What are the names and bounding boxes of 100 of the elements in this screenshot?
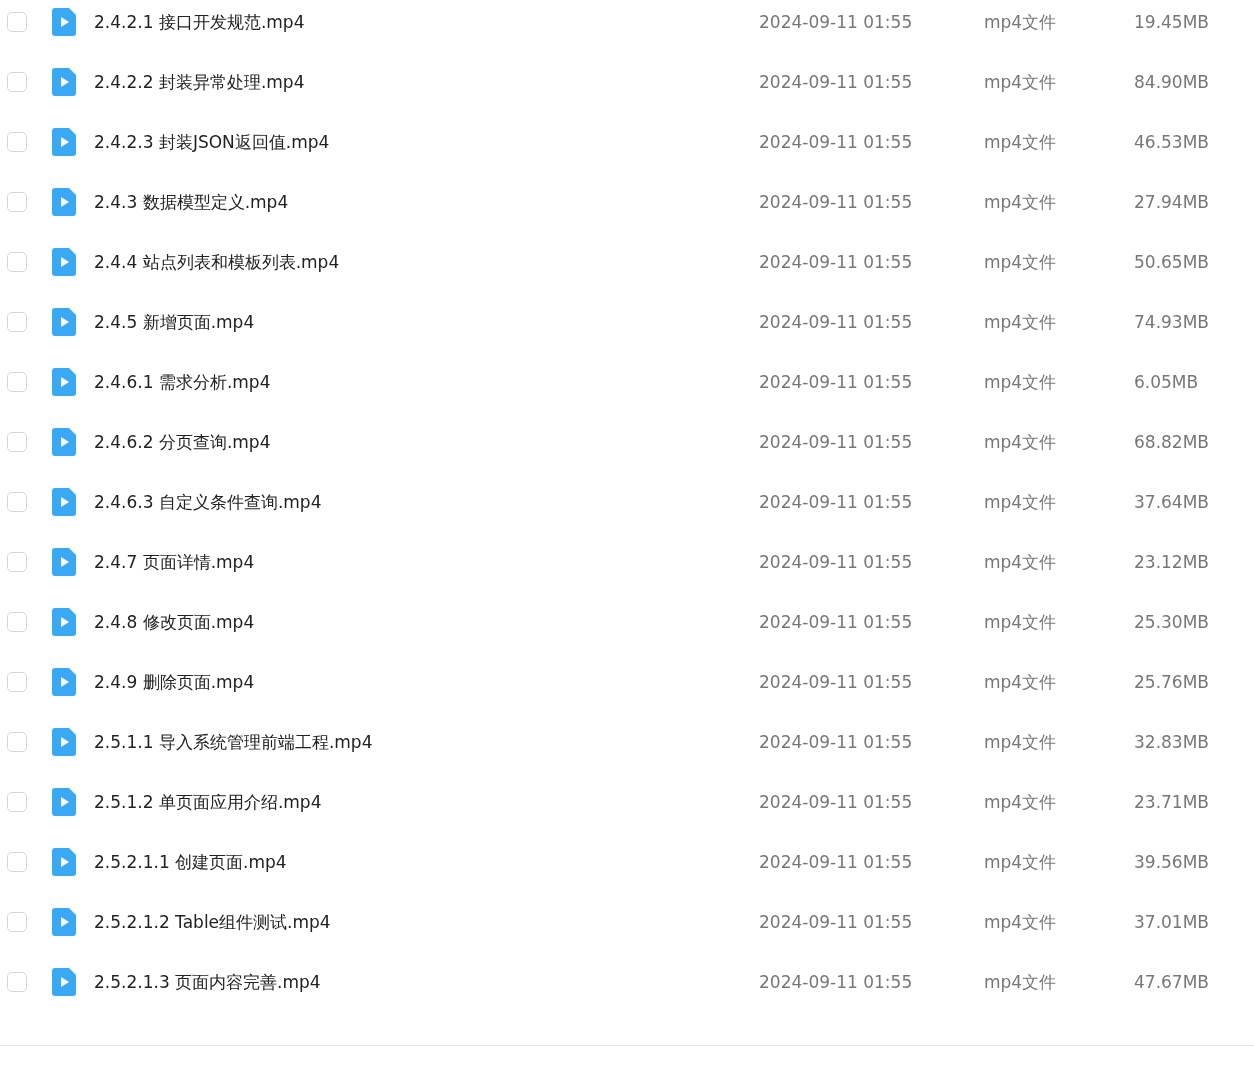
file-type: mp4文件 bbox=[984, 70, 1058, 94]
file-type: mp4文件 bbox=[984, 130, 1058, 154]
checkbox[interactable] bbox=[7, 672, 27, 692]
modified-date: 2024-09-11 01:55 bbox=[759, 252, 914, 272]
file-type: mp4文件 bbox=[984, 250, 1058, 274]
modified-date: 2024-09-11 01:55 bbox=[759, 192, 914, 212]
file-size: 23.12MB bbox=[1134, 552, 1210, 572]
checkbox[interactable] bbox=[7, 12, 27, 32]
video-file-icon bbox=[52, 68, 76, 96]
checkbox[interactable] bbox=[7, 432, 27, 452]
file-type: mp4文件 bbox=[984, 790, 1058, 814]
video-file-icon bbox=[52, 728, 76, 756]
video-file-icon bbox=[52, 968, 76, 996]
modified-date: 2024-09-11 01:55 bbox=[759, 732, 914, 752]
file-size: 39.56MB bbox=[1134, 852, 1210, 872]
file-size: 50.65MB bbox=[1134, 252, 1210, 272]
file-type: mp4文件 bbox=[984, 910, 1058, 934]
modified-date: 2024-09-11 01:55 bbox=[759, 372, 914, 392]
file-name[interactable]: 2.4.6.3 自定义条件查询.mp4 bbox=[94, 490, 759, 514]
file-size: 74.93MB bbox=[1134, 312, 1210, 332]
file-name[interactable]: 2.4.2.3 封装JSON返回值.mp4 bbox=[94, 130, 759, 154]
file-size: 37.64MB bbox=[1134, 492, 1210, 512]
video-file-icon bbox=[52, 848, 76, 876]
file-size: 46.53MB bbox=[1134, 132, 1210, 152]
modified-date: 2024-09-11 01:55 bbox=[759, 552, 914, 572]
file-size: 23.71MB bbox=[1134, 792, 1210, 812]
file-name[interactable]: 2.5.2.1.3 页面内容完善.mp4 bbox=[94, 970, 759, 994]
checkbox[interactable] bbox=[7, 612, 27, 632]
modified-date: 2024-09-11 01:55 bbox=[759, 312, 914, 332]
checkbox[interactable] bbox=[7, 912, 27, 932]
file-type: mp4文件 bbox=[984, 550, 1058, 574]
checkbox[interactable] bbox=[7, 312, 27, 332]
modified-date: 2024-09-11 01:55 bbox=[759, 912, 914, 932]
file-name[interactable]: 2.4.6.1 需求分析.mp4 bbox=[94, 370, 759, 394]
modified-date: 2024-09-11 01:55 bbox=[759, 12, 914, 32]
file-type: mp4文件 bbox=[984, 970, 1058, 994]
checkbox[interactable] bbox=[7, 252, 27, 272]
video-file-icon bbox=[52, 668, 76, 696]
modified-date: 2024-09-11 01:55 bbox=[759, 792, 914, 812]
file-name[interactable]: 2.4.6.2 分页查询.mp4 bbox=[94, 430, 759, 454]
checkbox[interactable] bbox=[7, 852, 27, 872]
file-type: mp4文件 bbox=[984, 430, 1058, 454]
checkbox[interactable] bbox=[7, 72, 27, 92]
file-size: 27.94MB bbox=[1134, 192, 1210, 212]
modified-date: 2024-09-11 01:55 bbox=[759, 132, 914, 152]
file-size: 37.01MB bbox=[1134, 912, 1210, 932]
modified-date: 2024-09-11 01:55 bbox=[759, 672, 914, 692]
file-type: mp4文件 bbox=[984, 490, 1058, 514]
file-name[interactable]: 2.4.2.1 接口开发规范.mp4 bbox=[94, 10, 759, 34]
file-type: mp4文件 bbox=[984, 310, 1058, 334]
video-file-icon bbox=[52, 548, 76, 576]
file-size: 25.30MB bbox=[1134, 612, 1210, 632]
modified-date: 2024-09-11 01:55 bbox=[759, 72, 914, 92]
checkbox[interactable] bbox=[7, 192, 27, 212]
file-name[interactable]: 2.4.3 数据模型定义.mp4 bbox=[94, 190, 759, 214]
video-file-icon bbox=[52, 248, 76, 276]
file-type: mp4文件 bbox=[984, 730, 1058, 754]
file-type: mp4文件 bbox=[984, 370, 1058, 394]
file-name[interactable]: 2.4.4 站点列表和模板列表.mp4 bbox=[94, 250, 759, 274]
file-name[interactable]: 2.5.1.1 导入系统管理前端工程.mp4 bbox=[94, 730, 759, 754]
video-file-icon bbox=[52, 488, 76, 516]
file-size: 25.76MB bbox=[1134, 672, 1210, 692]
file-type: mp4文件 bbox=[984, 10, 1058, 34]
modified-date: 2024-09-11 01:55 bbox=[759, 432, 914, 452]
video-file-icon bbox=[52, 8, 76, 36]
file-size: 47.67MB bbox=[1134, 972, 1210, 992]
modified-date: 2024-09-11 01:55 bbox=[759, 612, 914, 632]
video-file-icon bbox=[52, 788, 76, 816]
modified-date: 2024-09-11 01:55 bbox=[759, 852, 914, 872]
checkbox[interactable] bbox=[7, 132, 27, 152]
file-name[interactable]: 2.4.8 修改页面.mp4 bbox=[94, 610, 759, 634]
video-file-icon bbox=[52, 908, 76, 936]
video-file-icon bbox=[52, 308, 76, 336]
modified-date: 2024-09-11 01:55 bbox=[759, 972, 914, 992]
file-name[interactable]: 2.5.2.1.1 创建页面.mp4 bbox=[94, 850, 759, 874]
modified-date: 2024-09-11 01:55 bbox=[759, 492, 914, 512]
video-file-icon bbox=[52, 128, 76, 156]
checkbox[interactable] bbox=[7, 552, 27, 572]
file-type: mp4文件 bbox=[984, 670, 1058, 694]
file-name[interactable]: 2.4.9 删除页面.mp4 bbox=[94, 670, 759, 694]
file-type: mp4文件 bbox=[984, 850, 1058, 874]
file-size: 6.05MB bbox=[1134, 372, 1200, 392]
checkbox[interactable] bbox=[7, 972, 27, 992]
file-name[interactable]: 2.4.2.2 封装异常处理.mp4 bbox=[94, 70, 759, 94]
file-name[interactable]: 2.5.2.1.2 Table组件测试.mp4 bbox=[94, 910, 759, 934]
file-size: 68.82MB bbox=[1134, 432, 1210, 452]
file-name[interactable]: 2.4.7 页面详情.mp4 bbox=[94, 550, 759, 574]
file-name[interactable]: 2.5.1.2 单页面应用介绍.mp4 bbox=[94, 790, 759, 814]
file-name[interactable]: 2.4.5 新增页面.mp4 bbox=[94, 310, 759, 334]
video-file-icon bbox=[52, 188, 76, 216]
checkbox[interactable] bbox=[7, 372, 27, 392]
video-file-icon bbox=[52, 368, 76, 396]
file-type: mp4文件 bbox=[984, 190, 1058, 214]
checkbox[interactable] bbox=[7, 492, 27, 512]
video-file-icon bbox=[52, 608, 76, 636]
checkbox[interactable] bbox=[7, 732, 27, 752]
file-type: mp4文件 bbox=[984, 610, 1058, 634]
file-size: 32.83MB bbox=[1134, 732, 1210, 752]
checkbox[interactable] bbox=[7, 792, 27, 812]
video-file-icon bbox=[52, 428, 76, 456]
